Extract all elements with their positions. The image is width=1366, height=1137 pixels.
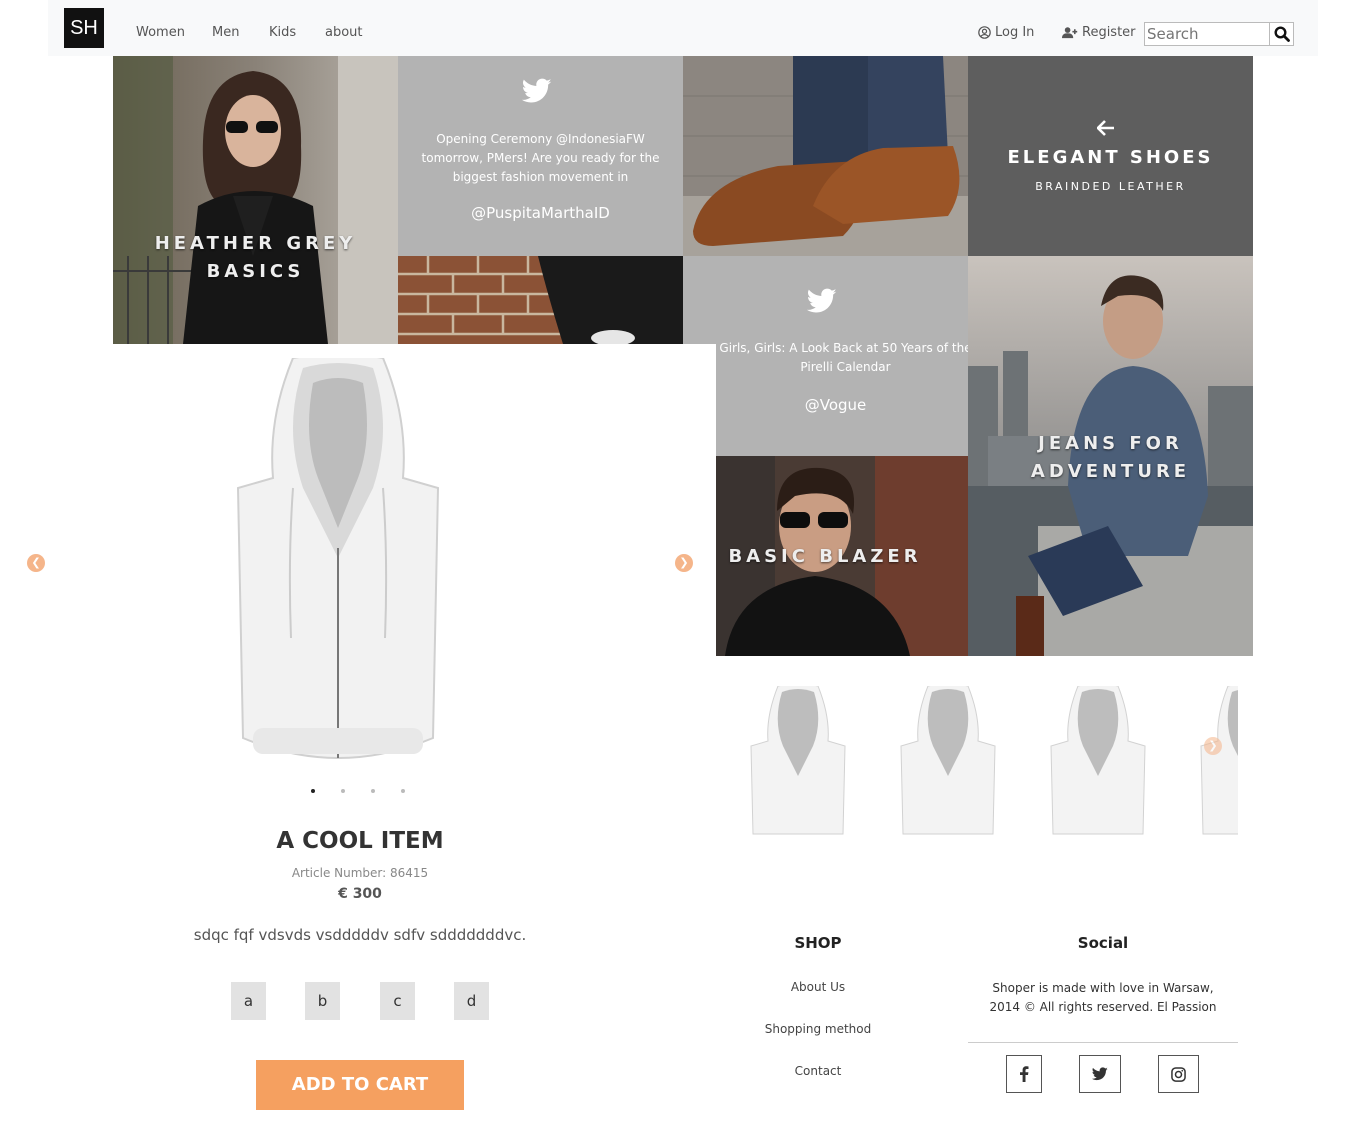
white-vest-product-image xyxy=(236,358,440,759)
register-link[interactable]: Register xyxy=(1062,25,1136,40)
tweet-1-handle[interactable]: @PuspitaMarthaID xyxy=(398,204,683,222)
register-label: Register xyxy=(1082,25,1136,40)
facebook-button[interactable] xyxy=(1006,1055,1042,1093)
tweet-2-handle[interactable]: @Vogue xyxy=(683,396,968,414)
search-icon xyxy=(1273,26,1290,42)
instagram-button[interactable] xyxy=(1158,1055,1199,1093)
basic-blazer-label: BASIC BLAZER xyxy=(728,546,922,567)
size-option-a[interactable]: a xyxy=(231,982,266,1020)
tweet-tile-1[interactable]: Opening Ceremony @IndonesiaFW tomorrow, … xyxy=(398,56,683,256)
chevron-right-icon: ❯ xyxy=(679,556,689,569)
login-label: Log In xyxy=(995,25,1035,40)
thumbnail-next-button[interactable]: ❯ xyxy=(1204,737,1222,755)
footer-copyright: Shoper is made with love in Warsaw, 2014… xyxy=(989,981,1217,1014)
footer-link-contact[interactable]: Contact xyxy=(738,1064,898,1078)
jeans-adventure-label: JEANS FOR ADVENTURE xyxy=(1030,433,1191,482)
thumbnail-strip: ❯ xyxy=(738,686,1238,838)
top-navbar: SH Women Men Kids about Log In Register xyxy=(48,0,1318,56)
footer-link-about-us[interactable]: About Us xyxy=(738,980,898,994)
basic-blazer-tile[interactable]: BASIC BLAZER xyxy=(715,456,968,656)
size-option-c[interactable]: c xyxy=(380,982,415,1020)
carousel-next-button[interactable]: ❯ xyxy=(675,554,693,572)
woman-leather-jacket-photo xyxy=(113,56,398,344)
footer-social-heading: Social xyxy=(1077,934,1129,952)
product-title: A COOL ITEM xyxy=(276,828,444,854)
brand-logo[interactable]: SH xyxy=(64,8,104,48)
heather-grey-label: HEATHER GREY BASICS xyxy=(154,233,357,282)
elegant-shoes-subtitle: BRAINDED LEATHER xyxy=(1035,180,1186,193)
product-description: sdqc fqf vdsvds vsdddddv sdfv sdddddddvc… xyxy=(193,926,527,944)
nav-link-men[interactable]: Men xyxy=(212,25,239,40)
twitter-icon xyxy=(522,78,552,103)
login-link[interactable]: Log In xyxy=(978,25,1034,40)
thumbnail-2[interactable] xyxy=(898,686,998,838)
thumbnail-3[interactable] xyxy=(1048,686,1148,838)
twitter-button[interactable] xyxy=(1079,1055,1121,1093)
tweet-1-text: Opening Ceremony @IndonesiaFW tomorrow, … xyxy=(421,132,660,184)
chevron-right-icon: ❯ xyxy=(1208,739,1218,752)
product-detail-panel: ❮ ❯ A COOL ITEM Article Number: 86415 € … xyxy=(8,344,716,1137)
nav-link-about[interactable]: about xyxy=(325,25,363,40)
carousel-dot-1[interactable] xyxy=(311,789,315,793)
facebook-icon xyxy=(1020,1066,1029,1082)
nav-link-women[interactable]: Women xyxy=(136,25,185,40)
elegant-shoes-tile[interactable]: ELEGANT SHOES BRAINDED LEATHER xyxy=(968,56,1253,256)
nav-link-kids[interactable]: Kids xyxy=(269,25,296,40)
thumbnail-1[interactable] xyxy=(748,686,848,838)
thumbnail-4[interactable] xyxy=(1198,686,1238,838)
carousel-dot-4[interactable] xyxy=(401,789,405,793)
article-number: Article Number: 86415 xyxy=(291,866,429,880)
brick-wall-photo xyxy=(398,256,683,344)
carousel-dot-2[interactable] xyxy=(341,789,345,793)
elegant-shoes-title: ELEGANT SHOES xyxy=(1007,147,1214,168)
jeans-adventure-tile[interactable]: JEANS FOR ADVENTURE xyxy=(968,256,1253,656)
twitter-icon xyxy=(807,288,837,313)
tweet-tile-2[interactable]: Girls, Girls: A Look Back at 50 Years of… xyxy=(683,256,968,456)
carousel-prev-button[interactable]: ❮ xyxy=(27,554,45,572)
brown-shoes-tile[interactable] xyxy=(683,56,968,256)
user-circle-icon xyxy=(978,26,991,39)
twitter-icon xyxy=(1092,1067,1108,1081)
chevron-left-icon: ❮ xyxy=(31,556,41,569)
arrow-left-icon xyxy=(1097,120,1114,136)
search-form xyxy=(1144,22,1294,46)
search-button[interactable] xyxy=(1269,23,1293,45)
add-to-cart-button[interactable]: ADD TO CART xyxy=(256,1060,464,1110)
brick-wall-tile[interactable] xyxy=(398,256,683,344)
size-option-b[interactable]: b xyxy=(305,982,340,1020)
brown-shoes-photo xyxy=(683,56,968,256)
tweet-2-text: Girls, Girls: A Look Back at 50 Years of… xyxy=(719,341,968,374)
product-price: € 300 xyxy=(338,886,382,902)
search-input[interactable] xyxy=(1145,23,1269,45)
footer-shop-heading: SHOP xyxy=(794,934,842,952)
carousel-indicators xyxy=(311,789,405,793)
user-plus-icon xyxy=(1062,27,1078,39)
heather-grey-tile[interactable]: HEATHER GREY BASICS xyxy=(113,56,398,344)
instagram-icon xyxy=(1171,1066,1186,1082)
footer-divider xyxy=(968,1042,1238,1043)
footer-link-shopping-method[interactable]: Shopping method xyxy=(738,1022,898,1036)
size-option-d[interactable]: d xyxy=(454,982,489,1020)
carousel-dot-3[interactable] xyxy=(371,789,375,793)
